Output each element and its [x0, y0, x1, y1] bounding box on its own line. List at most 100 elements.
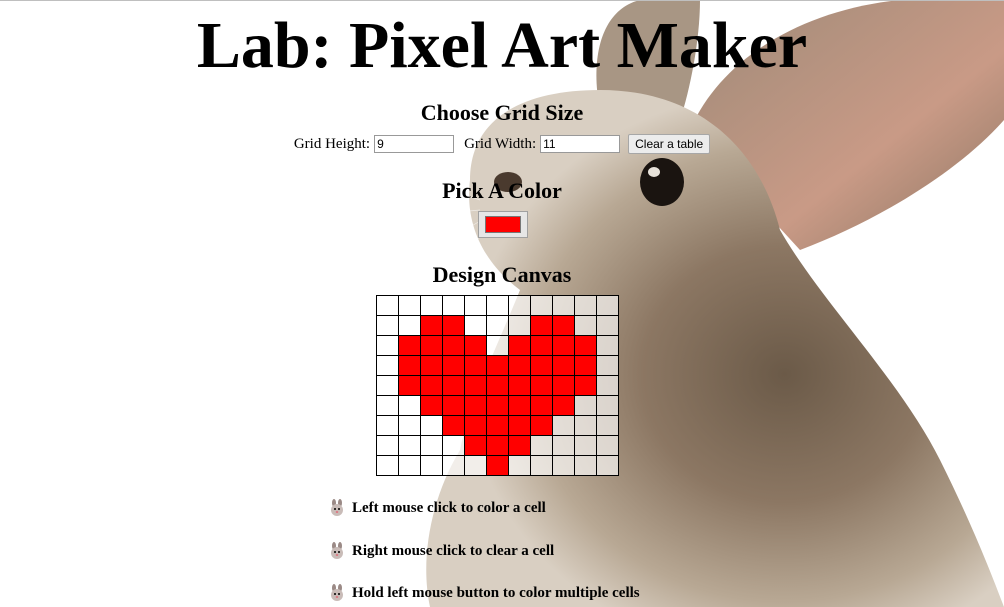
canvas-cell[interactable] [464, 435, 487, 456]
canvas-cell[interactable] [574, 355, 597, 376]
canvas-cell[interactable] [486, 355, 509, 376]
canvas-cell[interactable] [464, 355, 487, 376]
canvas-cell[interactable] [376, 435, 399, 456]
canvas-cell[interactable] [420, 455, 443, 476]
canvas-cell[interactable] [508, 335, 531, 356]
canvas-cell[interactable] [486, 295, 509, 316]
canvas-cell[interactable] [442, 415, 465, 436]
canvas-cell[interactable] [552, 395, 575, 416]
canvas-cell[interactable] [574, 455, 597, 476]
canvas-cell[interactable] [530, 335, 553, 356]
canvas-cell[interactable] [398, 415, 421, 436]
canvas-cell[interactable] [552, 295, 575, 316]
canvas-cell[interactable] [442, 335, 465, 356]
canvas-cell[interactable] [596, 435, 619, 456]
canvas-cell[interactable] [398, 435, 421, 456]
canvas-cell[interactable] [530, 315, 553, 336]
canvas-cell[interactable] [420, 375, 443, 396]
canvas-cell[interactable] [398, 335, 421, 356]
canvas-cell[interactable] [464, 335, 487, 356]
canvas-cell[interactable] [398, 295, 421, 316]
canvas-cell[interactable] [574, 315, 597, 336]
canvas-cell[interactable] [574, 375, 597, 396]
canvas-cell[interactable] [596, 355, 619, 376]
canvas-cell[interactable] [442, 355, 465, 376]
canvas-cell[interactable] [552, 315, 575, 336]
canvas-cell[interactable] [508, 395, 531, 416]
canvas-cell[interactable] [486, 435, 509, 456]
canvas-cell[interactable] [596, 375, 619, 396]
canvas-cell[interactable] [376, 295, 399, 316]
canvas-cell[interactable] [530, 375, 553, 396]
canvas-cell[interactable] [596, 455, 619, 476]
canvas-cell[interactable] [442, 295, 465, 316]
canvas-cell[interactable] [508, 455, 531, 476]
canvas-cell[interactable] [596, 295, 619, 316]
canvas-cell[interactable] [442, 375, 465, 396]
pixel-canvas[interactable] [376, 295, 619, 476]
canvas-cell[interactable] [464, 315, 487, 336]
canvas-cell[interactable] [508, 295, 531, 316]
canvas-cell[interactable] [420, 315, 443, 336]
canvas-cell[interactable] [530, 355, 553, 376]
grid-width-input[interactable] [540, 135, 621, 153]
canvas-cell[interactable] [552, 415, 575, 436]
canvas-cell[interactable] [442, 315, 465, 336]
canvas-cell[interactable] [552, 375, 575, 396]
canvas-cell[interactable] [398, 455, 421, 476]
canvas-cell[interactable] [574, 295, 597, 316]
canvas-cell[interactable] [508, 375, 531, 396]
canvas-cell[interactable] [574, 415, 597, 436]
canvas-cell[interactable] [574, 335, 597, 356]
canvas-cell[interactable] [464, 375, 487, 396]
canvas-cell[interactable] [442, 435, 465, 456]
color-picker-input[interactable] [478, 211, 528, 238]
canvas-cell[interactable] [486, 395, 509, 416]
canvas-cell[interactable] [398, 395, 421, 416]
canvas-cell[interactable] [508, 415, 531, 436]
canvas-cell[interactable] [486, 315, 509, 336]
canvas-cell[interactable] [464, 455, 487, 476]
canvas-cell[interactable] [442, 395, 465, 416]
canvas-cell[interactable] [420, 435, 443, 456]
canvas-cell[interactable] [530, 395, 553, 416]
canvas-cell[interactable] [486, 455, 509, 476]
canvas-cell[interactable] [464, 295, 487, 316]
canvas-cell[interactable] [574, 395, 597, 416]
canvas-cell[interactable] [530, 435, 553, 456]
canvas-cell[interactable] [420, 335, 443, 356]
canvas-cell[interactable] [420, 295, 443, 316]
canvas-cell[interactable] [508, 315, 531, 336]
canvas-cell[interactable] [376, 455, 399, 476]
canvas-cell[interactable] [552, 355, 575, 376]
canvas-cell[interactable] [376, 375, 399, 396]
canvas-cell[interactable] [574, 435, 597, 456]
canvas-cell[interactable] [398, 355, 421, 376]
canvas-cell[interactable] [420, 415, 443, 436]
canvas-cell[interactable] [552, 335, 575, 356]
canvas-cell[interactable] [376, 315, 399, 336]
canvas-cell[interactable] [442, 455, 465, 476]
canvas-cell[interactable] [530, 415, 553, 436]
canvas-cell[interactable] [508, 355, 531, 376]
canvas-cell[interactable] [596, 315, 619, 336]
canvas-cell[interactable] [398, 375, 421, 396]
canvas-cell[interactable] [376, 395, 399, 416]
clear-table-button[interactable]: Clear a table [628, 134, 711, 154]
canvas-cell[interactable] [420, 395, 443, 416]
canvas-cell[interactable] [530, 455, 553, 476]
canvas-cell[interactable] [596, 415, 619, 436]
canvas-cell[interactable] [508, 435, 531, 456]
canvas-cell[interactable] [530, 295, 553, 316]
canvas-cell[interactable] [376, 355, 399, 376]
canvas-cell[interactable] [486, 335, 509, 356]
canvas-cell[interactable] [552, 455, 575, 476]
grid-height-input[interactable] [374, 135, 455, 153]
canvas-cell[interactable] [376, 415, 399, 436]
canvas-cell[interactable] [420, 355, 443, 376]
canvas-cell[interactable] [486, 375, 509, 396]
canvas-cell[interactable] [398, 315, 421, 336]
canvas-cell[interactable] [464, 415, 487, 436]
canvas-cell[interactable] [486, 415, 509, 436]
canvas-cell[interactable] [376, 335, 399, 356]
